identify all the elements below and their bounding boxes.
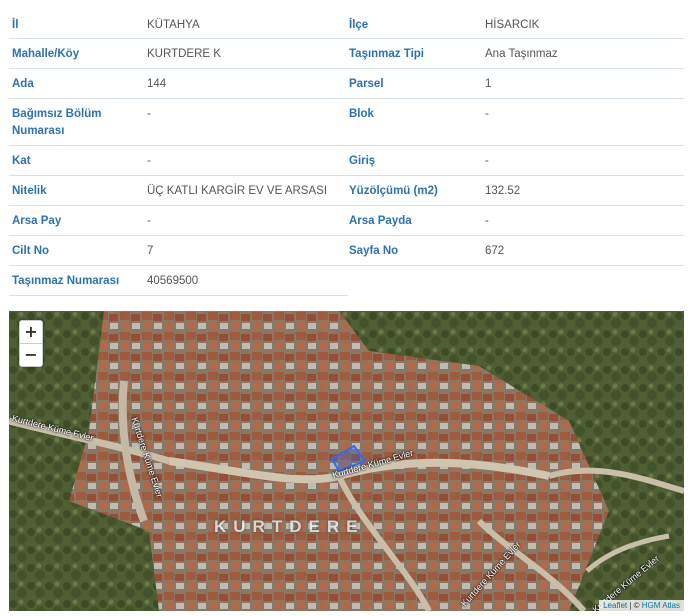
map-attribution: Leaflet | © HGM Atlas xyxy=(599,600,684,611)
value-cilt-no: 7 xyxy=(147,245,154,257)
value-arsa-payda: - xyxy=(485,215,489,227)
table-row: Cilt No 7 Sayfa No 672 xyxy=(9,236,684,266)
label-arsa-pay: Arsa Pay xyxy=(12,215,62,227)
label-bagimsiz-bolum: Bağımsız Bölüm Numarası xyxy=(12,108,102,137)
value-blok: - xyxy=(485,108,489,120)
value-bagimsiz-bolum: - xyxy=(147,108,151,120)
label-tasinmaz-tipi: Taşınmaz Tipi xyxy=(349,48,424,60)
value-arsa-pay: - xyxy=(147,215,151,227)
label-sayfa-no: Sayfa No xyxy=(349,245,399,257)
value-yuzolcumu: 132.52 xyxy=(485,185,521,197)
property-info-table: İl KÜTAHYA İlçe HİSARCIK Mahalle/Köy KUR… xyxy=(9,10,684,296)
label-blok: Blok xyxy=(349,108,374,120)
table-row: Ada 144 Parsel 1 xyxy=(9,69,684,99)
value-tasinmaz-tipi: Ana Taşınmaz xyxy=(485,48,558,60)
zoom-control: + − xyxy=(19,320,43,367)
table-row: Arsa Pay - Arsa Payda - xyxy=(9,206,684,236)
label-tasinmaz-numarasi: Taşınmaz Numarası xyxy=(12,275,120,287)
table-row: Kat - Giriş - xyxy=(9,146,684,176)
zoom-in-button[interactable]: + xyxy=(20,321,42,343)
table-row: İl KÜTAHYA İlçe HİSARCIK xyxy=(9,10,684,39)
zoom-out-button[interactable]: − xyxy=(20,343,42,366)
top-cropped-strip xyxy=(0,0,690,4)
label-il: İl xyxy=(12,19,19,31)
label-yuzolcumu: Yüzölçümü (m2) xyxy=(349,185,438,197)
hgm-atlas-link[interactable]: HGM Atlas xyxy=(642,601,680,610)
table-row: Nitelik ÜÇ KATLI KARGİR EV VE ARSASI Yüz… xyxy=(9,176,684,206)
attribution-separator: | © xyxy=(627,601,642,610)
label-giris: Giriş xyxy=(349,155,376,167)
label-ilce: İlçe xyxy=(349,19,369,31)
value-mahalle: KURTDERE K xyxy=(147,48,221,60)
value-nitelik: ÜÇ KATLI KARGİR EV VE ARSASI xyxy=(147,185,328,197)
satellite-imagery xyxy=(9,311,684,611)
table-row: Taşınmaz Numarası 40569500 xyxy=(9,266,348,296)
label-parsel: Parsel xyxy=(349,78,384,90)
label-arsa-payda: Arsa Payda xyxy=(349,215,412,227)
label-kat: Kat xyxy=(12,155,31,167)
leaflet-link[interactable]: Leaflet xyxy=(603,601,627,610)
value-ilce: HİSARCIK xyxy=(485,19,540,31)
table-row: Bağımsız Bölüm Numarası - Blok - xyxy=(9,99,684,146)
satellite-map[interactable]: + − Kurtdere Küme Evler Kurtdere Küme Ev… xyxy=(9,311,684,611)
value-parsel: 1 xyxy=(485,78,492,90)
place-label: KURTDERE xyxy=(214,517,365,536)
label-cilt-no: Cilt No xyxy=(12,245,50,257)
value-giris: - xyxy=(485,155,489,167)
table-row: Mahalle/Köy KURTDERE K Taşınmaz Tipi Ana… xyxy=(9,39,684,69)
value-ada: 144 xyxy=(147,78,167,90)
value-il: KÜTAHYA xyxy=(147,19,200,31)
label-ada: Ada xyxy=(12,78,34,90)
label-mahalle: Mahalle/Köy xyxy=(12,48,80,60)
value-tasinmaz-numarasi: 40569500 xyxy=(147,275,199,287)
value-sayfa-no: 672 xyxy=(485,245,505,257)
value-kat: - xyxy=(147,155,151,167)
label-nitelik: Nitelik xyxy=(12,185,47,197)
